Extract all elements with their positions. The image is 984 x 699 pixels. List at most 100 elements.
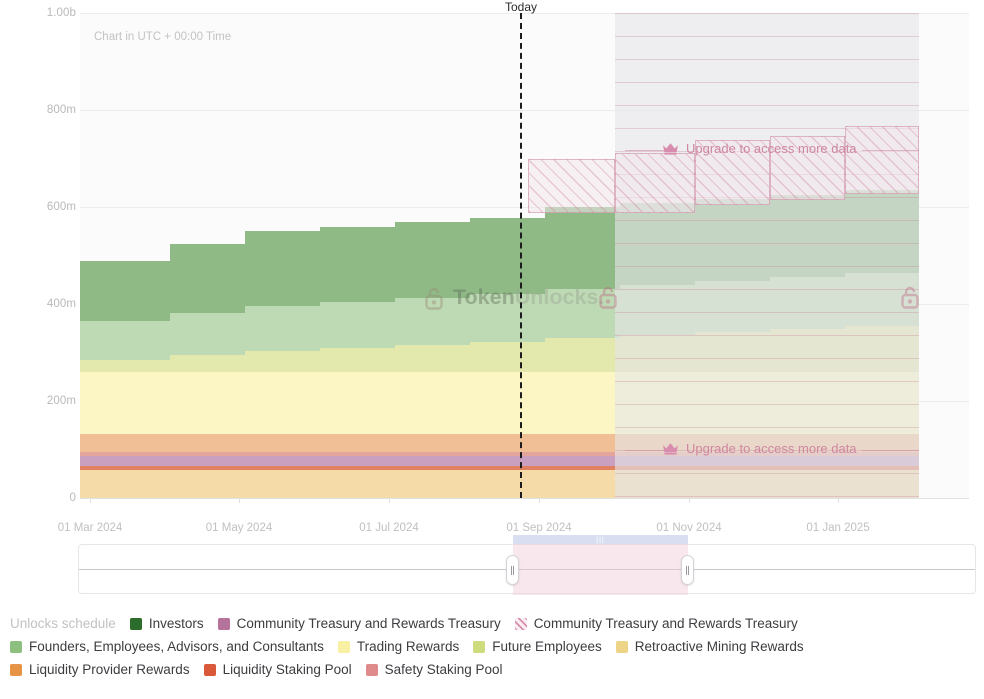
range-slider-handle-right[interactable]: [681, 555, 694, 585]
legend-item-liquidity-staking-pool[interactable]: Liquidity Staking Pool: [204, 662, 352, 677]
utc-time-note: Chart in UTC + 00:00 Time: [94, 31, 231, 43]
series-band-investors: [80, 261, 170, 321]
crown-icon: [662, 442, 679, 455]
legend-swatch: [338, 641, 350, 653]
hatched-projection-block: [528, 159, 615, 213]
upgrade-rule-right-2: [862, 450, 919, 451]
token-unlocks-chart-page: 1.00b 800m 600m 400m 200m 0: [0, 0, 984, 699]
series-band-future-employees: [170, 355, 245, 372]
handle-grip-line: [686, 566, 687, 575]
handle-grip-line: [688, 566, 689, 575]
series-band-investors: [470, 218, 545, 294]
y-tick-label: 1.00b: [12, 7, 76, 19]
today-label: Today: [505, 0, 537, 14]
series-band-investors: [245, 231, 320, 306]
legend-item-investors[interactable]: Investors: [130, 616, 204, 631]
legend-title: Unlocks schedule: [10, 616, 116, 631]
legend-item-founders-employees[interactable]: Founders, Employees, Advisors, and Consu…: [10, 639, 324, 654]
date-range-slider[interactable]: |||: [78, 544, 976, 594]
watermark-lock-right-a: [598, 285, 618, 309]
x-tick: [689, 498, 690, 503]
y-tick-label: 0: [12, 492, 76, 504]
legend-label: Liquidity Provider Rewards: [29, 662, 190, 677]
y-tick-label: 800m: [12, 104, 76, 116]
range-slider-selection[interactable]: [513, 535, 688, 595]
lock-icon: [598, 285, 618, 309]
chart-plot-area: 1.00b 800m 600m 400m 200m 0: [0, 0, 984, 540]
legend-swatch: [204, 664, 216, 676]
series-band-future-employees: [80, 360, 170, 372]
watermark-lock-right-b: [900, 285, 920, 309]
series-band-future-employees: [245, 351, 320, 372]
series-band-investors: [545, 207, 620, 289]
x-tick: [539, 498, 540, 503]
legend-item-community-treasury[interactable]: Community Treasury and Rewards Treasury: [218, 616, 501, 631]
legend-label: Community Treasury and Rewards Treasury: [237, 616, 501, 631]
upgrade-callout-top-label: Upgrade to access more data: [686, 141, 857, 156]
locked-stripes: [615, 13, 919, 498]
legend-item-retroactive-mining-rewards[interactable]: Retroactive Mining Rewards: [616, 639, 804, 654]
x-tick: [90, 498, 91, 503]
handle-grip-line: [511, 566, 512, 575]
series-band-future-employees: [320, 348, 395, 372]
y-tick-label: 200m: [12, 395, 76, 407]
x-tick: [838, 498, 839, 503]
series-band-investors: [170, 244, 245, 313]
legend-label: Retroactive Mining Rewards: [635, 639, 804, 654]
series-band-future-employees: [395, 345, 470, 372]
series-band-founders-employees: [170, 313, 245, 355]
chart-legend: Unlocks schedule Investors Community Tre…: [10, 616, 974, 677]
upgrade-callout-bottom-label: Upgrade to access more data: [686, 441, 857, 456]
series-band-founders-employees: [245, 306, 320, 351]
legend-swatch: [366, 664, 378, 676]
legend-label: Investors: [149, 616, 204, 631]
upgrade-rule-right: [862, 150, 919, 151]
lock-icon: [900, 285, 920, 309]
legend-label: Liquidity Staking Pool: [223, 662, 352, 677]
legend-swatch: [10, 641, 22, 653]
x-tick: [239, 498, 240, 503]
range-slider-selection-cap[interactable]: |||: [513, 535, 688, 544]
legend-label: Trading Rewards: [357, 639, 459, 654]
x-tick-label: 01 Mar 2024: [58, 522, 123, 534]
legend-swatch: [473, 641, 485, 653]
y-axis: 1.00b 800m 600m 400m 200m 0: [0, 0, 76, 540]
range-slider-handle-left[interactable]: [506, 555, 519, 585]
upgrade-callout-top[interactable]: Upgrade to access more data: [662, 141, 857, 156]
legend-item-community-treasury-locked[interactable]: Community Treasury and Rewards Treasury: [515, 616, 798, 631]
legend-item-future-employees[interactable]: Future Employees: [473, 639, 602, 654]
legend-swatch-hatched: [515, 618, 527, 630]
locked-data-overlay: [615, 13, 919, 498]
legend-item-trading-rewards[interactable]: Trading Rewards: [338, 639, 459, 654]
y-tick-label: 600m: [12, 201, 76, 213]
series-band-future-employees: [545, 338, 620, 372]
x-tick-label: 01 Jul 2024: [359, 522, 418, 534]
watermark-tokenunlocks: Token Unlocks.: [424, 285, 604, 310]
legend-swatch: [218, 618, 230, 630]
upgrade-callout-bottom[interactable]: Upgrade to access more data: [662, 441, 857, 456]
x-tick-label: 01 Sep 2024: [506, 522, 571, 534]
x-tick-label: 01 Nov 2024: [656, 522, 721, 534]
series-band-founders-employees: [80, 321, 170, 360]
upgrade-rule-left-2: [625, 450, 665, 451]
hatched-projection-block: [845, 126, 919, 194]
upgrade-rule-left: [625, 150, 665, 151]
legend-label: Future Employees: [492, 639, 602, 654]
legend-item-safety-staking-pool[interactable]: Safety Staking Pool: [366, 662, 503, 677]
y-tick-label: 400m: [12, 298, 76, 310]
lock-icon: [424, 286, 444, 310]
watermark-bold: Token: [453, 285, 515, 310]
watermark-light: Unlocks.: [515, 285, 605, 310]
range-slider-grip-label: |||: [596, 537, 604, 544]
series-band-future-employees: [470, 342, 545, 372]
today-line: [520, 13, 522, 498]
x-tick: [389, 498, 390, 503]
legend-label: Founders, Employees, Advisors, and Consu…: [29, 639, 324, 654]
legend-item-liquidity-provider-rewards[interactable]: Liquidity Provider Rewards: [10, 662, 190, 677]
legend-label: Safety Staking Pool: [385, 662, 503, 677]
legend-swatch: [130, 618, 142, 630]
hatched-projection-block: [615, 153, 695, 213]
series-band-founders-employees: [320, 302, 395, 348]
x-tick-label: 01 Jan 2025: [806, 522, 869, 534]
gridline-0: [80, 498, 969, 499]
